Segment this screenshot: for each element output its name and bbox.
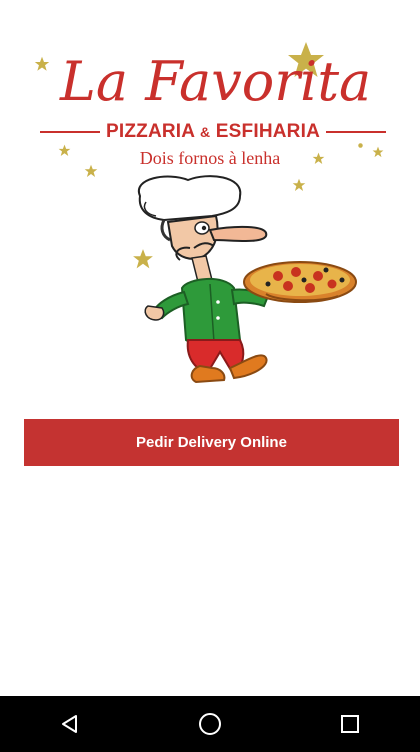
divider-line bbox=[40, 131, 100, 133]
order-delivery-online-button[interactable]: Pedir Delivery Online bbox=[24, 419, 399, 466]
nav-home-button[interactable] bbox=[180, 696, 240, 752]
nav-recents-button[interactable] bbox=[320, 696, 380, 752]
recents-square-icon bbox=[341, 715, 359, 733]
divider-line bbox=[326, 131, 386, 133]
chef-mascot-illustration bbox=[137, 175, 357, 384]
brand-subtitle: PIZZARIA & ESFIHARIA bbox=[40, 120, 386, 144]
subtitle-ampersand: & bbox=[200, 124, 211, 140]
home-circle-icon bbox=[199, 713, 221, 735]
android-navigation-bar bbox=[0, 696, 420, 752]
brand-name: La Favorita bbox=[60, 50, 372, 113]
star-icon bbox=[34, 56, 50, 71]
tagline: Dois fornos à lenha bbox=[139, 148, 281, 168]
logo: La Favorita PIZZARIA & ESFIHARIA Dois fo… bbox=[0, 0, 420, 400]
app-screen: La Favorita PIZZARIA & ESFIHARIA Dois fo… bbox=[0, 0, 420, 696]
subtitle-esfiharia: ESFIHARIA bbox=[215, 121, 320, 142]
nav-back-button[interactable] bbox=[40, 696, 100, 752]
back-triangle-icon bbox=[62, 715, 77, 733]
subtitle-pizzaria: PIZZARIA bbox=[106, 121, 195, 142]
